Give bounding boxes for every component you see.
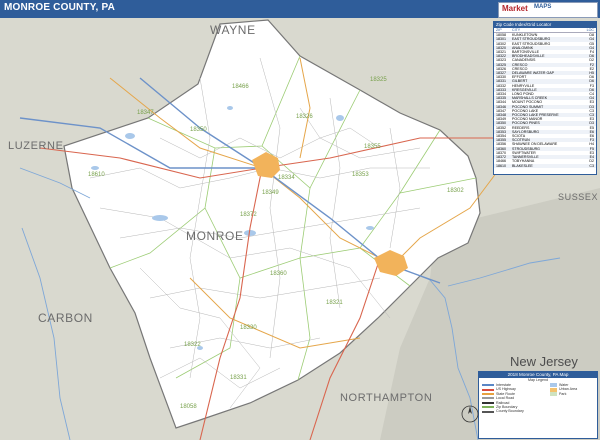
zip-label: 18466 xyxy=(232,84,249,90)
county-label-northampton: NORTHAMPTON xyxy=(340,392,433,404)
map-poster: MONROE COUNTY, PA Market MAPS WAYNE LUZE… xyxy=(0,0,600,440)
locator-col-loc: LOC xyxy=(586,28,594,32)
locator-col-zip: ZIP xyxy=(496,28,502,32)
zip-label: 18326 xyxy=(296,114,313,120)
zip-label: 18350 xyxy=(190,127,207,133)
zip-locator-table: Zip Code Index/Grid Locator ZIP CITY LOC… xyxy=(493,21,597,175)
zip-label: 18330 xyxy=(240,325,257,331)
locator-grid: C3 xyxy=(589,163,594,168)
zip-label: 18610 xyxy=(88,172,105,178)
locator-row: 18610 BLAKESLEE C3 xyxy=(494,163,596,168)
locator-zip: 18610 xyxy=(496,163,506,168)
legend-item: County Boundary xyxy=(482,409,550,413)
zip-label: 18331 xyxy=(230,375,247,381)
legend-swatch xyxy=(550,387,557,392)
zip-label: 18349 xyxy=(262,190,279,196)
legend-swatch xyxy=(550,391,557,396)
locator-rows: 18058 KUNKLETOWN D8 18301 EAST STROUDSBURG G4… xyxy=(494,33,596,168)
legend-label: County Boundary xyxy=(496,409,524,414)
zip-label: 18360 xyxy=(270,271,287,277)
zip-label: 18322 xyxy=(184,342,201,348)
legend-extra-items: Water Urban Area Park xyxy=(550,383,594,414)
legend-swatch xyxy=(482,397,494,400)
legend-swatch xyxy=(482,410,494,413)
legend-swatch xyxy=(482,406,494,409)
legend-item: Park xyxy=(550,392,594,396)
state-label-new-jersey: New Jersey xyxy=(510,354,578,369)
map-title: MONROE COUNTY, PA xyxy=(4,2,115,13)
county-label-sussex: SUSSEX xyxy=(558,192,599,202)
locator-city: BLAKESLEE xyxy=(512,163,533,168)
legend-swatch xyxy=(482,392,494,395)
zip-label: 18325 xyxy=(370,77,387,83)
zip-label: 18372 xyxy=(240,212,257,218)
logo-sub: MAPS xyxy=(534,4,552,10)
logo-mark: Market xyxy=(502,4,528,13)
county-label-monroe: MONROE xyxy=(186,229,244,243)
legend-items: Interstate US Highway State Route Local Roa… xyxy=(482,383,550,414)
legend-swatch xyxy=(482,384,494,387)
legend-label: Park xyxy=(559,391,567,396)
legend-swatch xyxy=(550,383,557,388)
locator-col-city: CITY xyxy=(512,28,521,32)
county-label-carbon: CARBON xyxy=(38,311,93,325)
publisher-logo: Market MAPS xyxy=(498,2,598,18)
zip-label: 18347 xyxy=(137,110,154,116)
zip-label: 18355 xyxy=(364,144,381,150)
zip-label: 18334 xyxy=(278,175,295,181)
legend-swatch xyxy=(482,388,494,391)
zip-label: 18321 xyxy=(326,300,343,306)
map-legend: 2018 Monroe County, PA Map Map Legend In… xyxy=(478,371,598,439)
zip-label: 18353 xyxy=(352,172,369,178)
county-label-luzerne: LUZERNE xyxy=(8,140,64,152)
zip-label: 18058 xyxy=(180,404,197,410)
county-label-wayne: WAYNE xyxy=(210,23,256,37)
north-arrow-icon xyxy=(461,405,479,423)
legend-swatch xyxy=(482,401,494,404)
zip-label: 18302 xyxy=(447,188,464,194)
title-bar: MONROE COUNTY, PA Market MAPS xyxy=(0,0,600,18)
